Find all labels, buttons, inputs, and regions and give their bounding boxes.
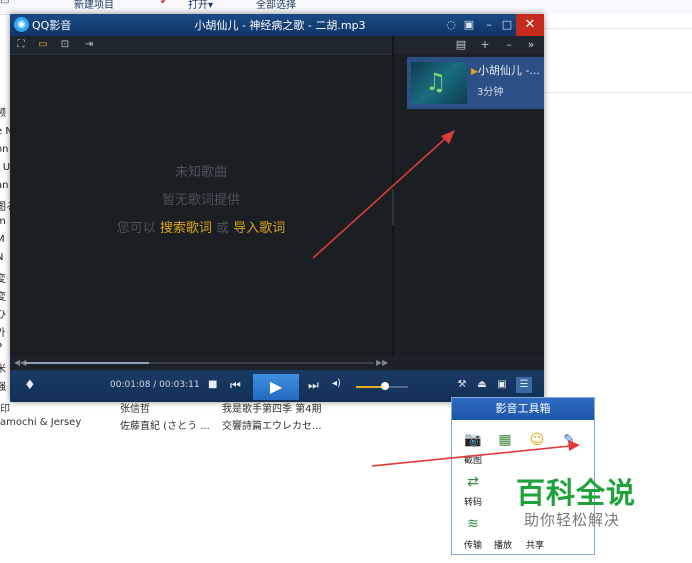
fullscreen-icon[interactable]: ⛶ (14, 38, 28, 52)
volume-icon[interactable]: ◂) (332, 378, 341, 389)
search-lyrics-link[interactable]: 搜索歌词 (160, 221, 212, 236)
list-item[interactable]: f U (0, 162, 10, 173)
screenshot-icon[interactable]: ⊡ (58, 38, 72, 52)
playlist-panel: ♫ ▶小胡仙儿 -... 3分钟 (394, 55, 544, 356)
list-item[interactable]: ひ (0, 306, 6, 321)
playlist-item-title-text: 小胡仙儿 -... (477, 64, 540, 77)
table-row-cell[interactable]: 我是歌手第四季 第4期 (222, 400, 322, 415)
window-mode-icon[interactable]: ▭ (36, 38, 50, 52)
volume-knob[interactable] (381, 382, 389, 390)
explorer-address-bar (544, 14, 692, 29)
table-row-cell[interactable]: amochi & Jersey (0, 417, 81, 428)
toolbox-title: 影音工具箱 (452, 398, 594, 420)
list-item[interactable]: P (0, 342, 2, 353)
playlist-menu-icon[interactable]: ▤ (454, 38, 468, 52)
list-item[interactable]: on (0, 144, 8, 155)
list-item[interactable]: M (0, 234, 5, 245)
convert-icon[interactable]: ⇄ (462, 472, 484, 492)
next-button[interactable]: ⏭ (308, 378, 319, 393)
playing-indicator-icon: ▶ (471, 67, 478, 77)
toolbox-icon[interactable]: ▣ (494, 377, 510, 393)
smiley-icon[interactable]: ☺ (526, 430, 548, 450)
tool-label-transfer: 传输 (464, 541, 483, 551)
tool-label-convert: 转码 (464, 498, 483, 508)
list-item[interactable]: 强 (0, 378, 6, 393)
list-item[interactable]: 频 (0, 104, 6, 119)
list-item[interactable]: an (0, 180, 8, 191)
table-row-cell[interactable]: 交響詩篇エウレカセ... (222, 417, 322, 432)
list-item[interactable]: 图る (0, 198, 10, 213)
seek-progress (24, 362, 149, 364)
explorer-left-column: 频 e N on f U an 图る m M N 変 変 ひ 가 P 米 强 (0, 96, 10, 406)
window-title: 小胡仙儿 - 神经病之歌 - 二胡.mp3 (194, 19, 366, 32)
grid-thumbnail-icon[interactable]: ▦ (494, 430, 516, 450)
minimize-button[interactable]: – (480, 16, 498, 34)
qq-player-logo-icon: ◉ (14, 17, 29, 32)
table-row-cell[interactable]: 张信哲 (120, 400, 150, 415)
app-name: QQ影音 (32, 19, 72, 32)
pin-icon[interactable]: ⇥ (82, 38, 96, 52)
no-lyrics-text: 暂无歌词提供 (161, 193, 240, 208)
mini-mode-icon[interactable]: ▣ (460, 16, 478, 34)
watermark-slogan: 助你轻松解决 (524, 511, 621, 529)
playlist-item-duration: 3分钟 (477, 87, 504, 98)
playlist-toggle-icon[interactable]: ☰ (516, 377, 532, 393)
playlist-item[interactable]: ♫ ▶小胡仙儿 -... 3分钟 (407, 57, 544, 109)
list-item[interactable]: 変 (0, 270, 6, 285)
qq-player-window: ◉ QQ影音 小胡仙儿 - 神经病之歌 - 二胡.mp3 ◌ ▣ – □ ✕ ⛶… (10, 14, 544, 402)
wrench-icon[interactable]: ⚒ (454, 377, 470, 393)
video-toolbar: ⛶ ▭ ⊡ ⇥ (10, 36, 392, 55)
play-button[interactable]: ▶ (253, 374, 299, 400)
close-button[interactable]: ✕ (516, 14, 544, 36)
import-lyrics-link[interactable]: 导入歌词 (233, 221, 285, 236)
time-display: 00:01:08 / 00:03:11 (110, 380, 200, 390)
select-all-button[interactable]: 全部选择 (256, 0, 296, 11)
checkmark-icon: ✔ (160, 0, 169, 7)
footprint-icon[interactable]: ♦ (24, 378, 36, 393)
watermark-brand: 百科全说 (516, 476, 637, 510)
explorer-ribbon: ▭ 新建项目 ✔ 打开▾ 全部选择 (0, 0, 692, 15)
open-button[interactable]: 打开▾ (188, 0, 213, 11)
eject-icon[interactable]: ⏏ (474, 377, 490, 393)
list-item[interactable]: 米 (0, 360, 6, 375)
playlist-item-title: ▶小胡仙儿 -... (471, 62, 540, 78)
tool-label-screenshot: 截图 (464, 456, 483, 466)
unknown-song-text: 未知歌曲 (174, 165, 227, 180)
lyrics-action-line: 您可以 搜索歌词 或 导入歌词 (10, 217, 392, 236)
list-item[interactable]: e N (0, 126, 10, 137)
explorer-column-header (544, 68, 692, 93)
playlist-toolbar: ▤ + – » (394, 36, 544, 54)
table-row-cell[interactable]: 印 (0, 400, 10, 415)
you-can-text: 您可以 (116, 221, 156, 236)
camera-icon[interactable]: 📷 (462, 430, 484, 450)
fast-forward-icon[interactable]: ▶▶ (376, 358, 388, 367)
list-item[interactable]: N (0, 252, 3, 263)
previous-button[interactable]: ⏮ (230, 378, 241, 393)
list-item[interactable]: m (0, 216, 6, 227)
explorer-icon: ▭ (0, 0, 10, 7)
add-icon[interactable]: + (478, 38, 492, 52)
stop-button[interactable]: ■ (208, 379, 217, 390)
chat-icon[interactable]: ◌ (442, 16, 460, 34)
music-thumbnail-icon: ♫ (411, 62, 467, 104)
wifi-transfer-icon[interactable]: ≋ (462, 514, 484, 534)
lyrics-area: 未知歌曲 暂无歌词提供 您可以 搜索歌词 或 导入歌词 (10, 55, 392, 356)
table-row-cell[interactable]: 佐藤直紀 (さとう ... (120, 417, 210, 432)
new-item-button[interactable]: 新建项目 (74, 0, 114, 11)
list-item[interactable]: 変 (0, 288, 6, 303)
remove-icon[interactable]: – (502, 38, 516, 52)
seek-bar[interactable]: ◀◀ ▶▶ (10, 356, 392, 370)
more-icon[interactable]: » (524, 38, 538, 52)
tool-label-share: 共享 (526, 541, 545, 551)
list-item[interactable]: 가 (0, 324, 5, 339)
edit-document-icon[interactable]: ✎ (558, 430, 580, 450)
or-text: 或 (216, 221, 230, 236)
tool-label-play: 播放 (494, 541, 513, 551)
maximize-button[interactable]: □ (498, 16, 516, 34)
title-bar[interactable]: ◉ QQ影音 小胡仙儿 - 神经病之歌 - 二胡.mp3 ◌ ▣ – □ ✕ (10, 14, 544, 36)
